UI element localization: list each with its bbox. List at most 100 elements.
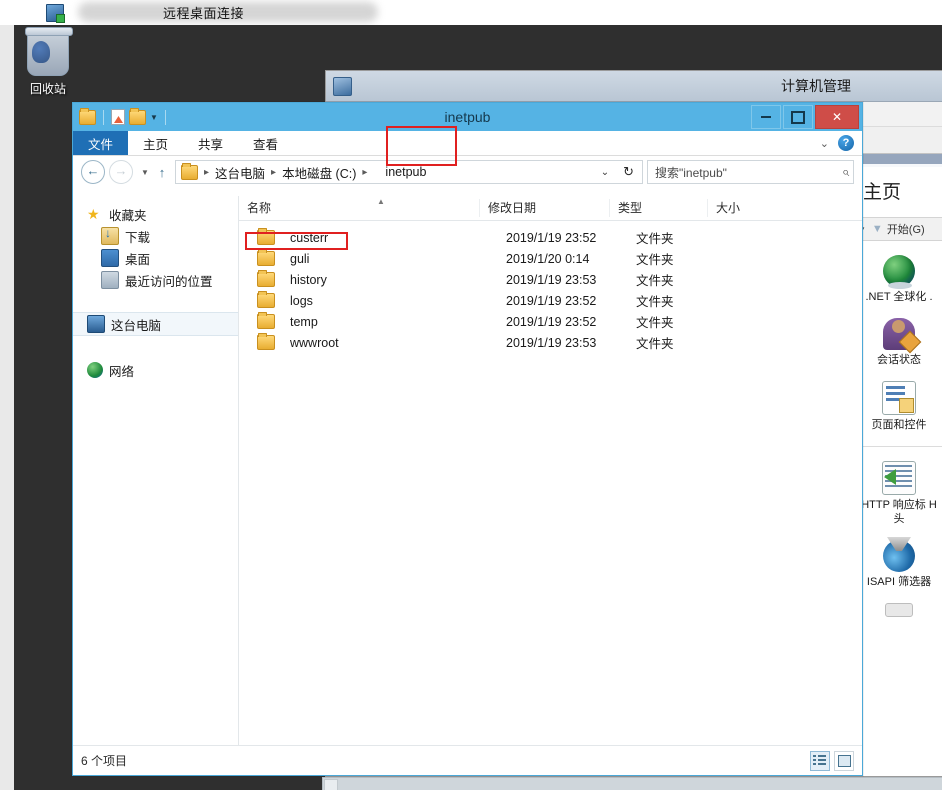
breadcrumb-separator: ▸ — [204, 166, 210, 178]
column-header-type[interactable]: 类型 — [609, 199, 707, 217]
breadcrumb-local-disk-c[interactable]: 本地磁盘 (C:) — [282, 163, 356, 182]
iis-feature-partial-cutoff[interactable] — [856, 603, 942, 617]
iis-feature-pages-and-controls[interactable]: 页面和控件 — [856, 381, 942, 432]
cell-type: 文件夹 — [636, 253, 674, 267]
new-folder-icon[interactable] — [129, 107, 146, 125]
scrollbar-thumb[interactable] — [324, 779, 338, 790]
tab-home[interactable]: 主页 — [128, 131, 183, 155]
computer-management-titlebar[interactable]: 计算机管理 — [326, 71, 942, 102]
sidebar-item-this-pc[interactable]: 这台电脑 — [73, 312, 238, 336]
address-bar-controls[interactable]: ⌄ ↻ — [593, 164, 640, 180]
maximize-button[interactable] — [783, 105, 813, 129]
table-row[interactable]: logs 2019/1/19 23:52 文件夹 — [239, 290, 862, 311]
view-mode-buttons[interactable] — [810, 750, 854, 771]
sidebar-item-desktop[interactable]: 桌面 — [73, 248, 238, 268]
computer-management-icon — [333, 76, 352, 96]
address-dropdown-icon[interactable]: ⌄ — [593, 167, 617, 178]
new-document-icon[interactable] — [111, 109, 125, 125]
sidebar-item-label: 下载 — [125, 230, 151, 245]
table-row[interactable]: wwwroot 2019/1/19 23:53 文件夹 — [239, 332, 862, 353]
details-view-button[interactable] — [810, 750, 830, 771]
iis-feature-isapi-filters[interactable]: ISAPI 筛选器 — [856, 540, 942, 589]
file-list-pane[interactable]: 名称 修改日期 类型 大小 ▲ custerr 2019/1/19 23:52 … — [239, 196, 862, 745]
forward-button[interactable]: → — [109, 160, 133, 184]
pages-controls-icon — [882, 381, 916, 415]
chevron-down-icon[interactable]: ▼ — [150, 113, 158, 122]
large-icons-view-button[interactable] — [834, 750, 854, 771]
screen: 远程桌面连接 回收站 计算机管理 主页 ▼ ▼ 开始(G) — [0, 0, 942, 790]
ribbon-tabs[interactable]: 文件 主页 共享 查看 ⌄ ? — [73, 131, 862, 156]
toolbar-separator — [103, 109, 104, 125]
sidebar-item-network[interactable]: 网络 — [73, 360, 238, 380]
cell-date: 2019/1/19 23:53 — [506, 272, 597, 287]
help-icon[interactable]: ? — [838, 135, 854, 151]
refresh-icon[interactable]: ↻ — [617, 164, 640, 180]
column-headers[interactable]: 名称 修改日期 类型 大小 ▲ — [239, 196, 862, 221]
cell-date: 2019/1/19 23:52 — [506, 230, 597, 245]
remote-desktop-title: 远程桌面连接 — [163, 6, 245, 21]
tab-view[interactable]: 查看 — [238, 131, 293, 155]
tab-share[interactable]: 共享 — [183, 131, 238, 155]
sidebar-item-recent-places[interactable]: 最近访问的位置 — [73, 270, 238, 290]
folder-icon — [181, 162, 198, 180]
iis-feature-dotnet-globalization[interactable]: .NET 全球化 . — [856, 255, 942, 304]
iis-feature-http-response-headers[interactable]: HTTP 响应标 H 头 — [856, 461, 942, 526]
iis-filter-bar[interactable]: ▼ ▼ 开始(G) — [856, 217, 942, 241]
explorer-titlebar[interactable]: ▼ inetpub ✕ — [73, 103, 862, 131]
chevron-down-icon[interactable]: ⌄ — [820, 137, 829, 150]
iis-feature-group-iis: HTTP 响应标 H 头 ISAPI 筛选器 — [856, 446, 942, 617]
up-one-level-button[interactable]: ↑ — [153, 165, 171, 180]
breadcrumb-separator: ▸ — [271, 166, 277, 178]
this-pc-icon — [87, 315, 105, 333]
column-header-size[interactable]: 大小 — [707, 199, 797, 217]
recent-places-icon — [101, 271, 119, 289]
cell-name: history — [290, 272, 327, 287]
breadcrumb-inetpub[interactable]: inetpub — [373, 165, 426, 179]
cell-date: 2019/1/19 23:52 — [506, 293, 597, 308]
iis-filter-start-label[interactable]: 开始(G) — [887, 221, 925, 237]
desktop-left-edge — [0, 25, 14, 790]
address-bar-row[interactable]: ← → ▼ ↑ ▸ 这台电脑 ▸ 本地磁盘 (C:) ▸ inetpub ⌄ ↻ — [73, 156, 862, 188]
iis-feature-label: 页面和控件 — [871, 419, 927, 431]
toolbar-separator — [164, 109, 166, 125]
quick-access-toolbar[interactable]: ▼ — [79, 107, 169, 125]
iis-feature-session-state[interactable]: 会话状态 — [856, 318, 942, 367]
navigation-pane[interactable]: ★ 收藏夹 下载 桌面 最近访问的位置 — [73, 196, 239, 745]
file-explorer-window[interactable]: ▼ inetpub ✕ 文件 主页 共享 查看 ⌄ ? ← → ▼ ↑ ▸ 这台… — [72, 102, 863, 776]
ribbon-right-controls[interactable]: ⌄ ? — [820, 131, 854, 155]
search-input[interactable]: 搜索"inetpub" ⌕ — [647, 160, 854, 184]
sidebar-item-favorites[interactable]: ★ 收藏夹 — [73, 204, 238, 224]
favorites-star-icon: ★ — [87, 206, 100, 222]
back-button[interactable]: ← — [81, 160, 105, 184]
breadcrumb-this-pc[interactable]: 这台电脑 — [215, 163, 265, 182]
filter-funnel-icon[interactable]: ▼ — [872, 223, 883, 235]
table-row[interactable]: custerr 2019/1/19 23:52 文件夹 — [239, 227, 862, 248]
table-row[interactable]: temp 2019/1/19 23:52 文件夹 — [239, 311, 862, 332]
folder-icon[interactable] — [79, 107, 96, 125]
file-rows: custerr 2019/1/19 23:52 文件夹 guli 2019/1/… — [239, 221, 862, 353]
column-header-date-modified[interactable]: 修改日期 — [479, 199, 609, 217]
remote-desktop-bar: 远程桌面连接 — [0, 0, 942, 26]
tab-file[interactable]: 文件 — [73, 131, 129, 155]
window-controls[interactable]: ✕ — [751, 105, 859, 129]
table-row[interactable]: guli 2019/1/20 0:14 文件夹 — [239, 248, 862, 269]
column-header-name[interactable]: 名称 — [239, 199, 479, 217]
recent-locations-button[interactable]: ▼ — [137, 168, 153, 177]
search-magnifier-icon[interactable]: ⌕ — [842, 164, 849, 180]
explorer-window-title: inetpub — [444, 109, 491, 125]
table-row[interactable]: history 2019/1/19 23:53 文件夹 — [239, 269, 862, 290]
recycle-bin-icon — [25, 27, 73, 76]
recycle-bin[interactable]: 回收站 — [18, 27, 78, 97]
network-icon — [87, 362, 103, 378]
item-count-label: 6 个项目 — [81, 754, 128, 768]
globe-icon — [883, 255, 915, 289]
recycle-bin-label: 回收站 — [29, 82, 66, 96]
cell-name: wwwroot — [290, 335, 339, 350]
sidebar-item-downloads[interactable]: 下载 — [73, 226, 238, 246]
close-button[interactable]: ✕ — [815, 105, 859, 129]
cell-date: 2019/1/19 23:52 — [506, 314, 597, 329]
desktop-icon — [101, 249, 119, 267]
minimize-button[interactable] — [751, 105, 781, 129]
address-breadcrumb-bar[interactable]: ▸ 这台电脑 ▸ 本地磁盘 (C:) ▸ inetpub ⌄ ↻ — [175, 160, 643, 184]
horizontal-scrollbar[interactable] — [322, 777, 942, 790]
